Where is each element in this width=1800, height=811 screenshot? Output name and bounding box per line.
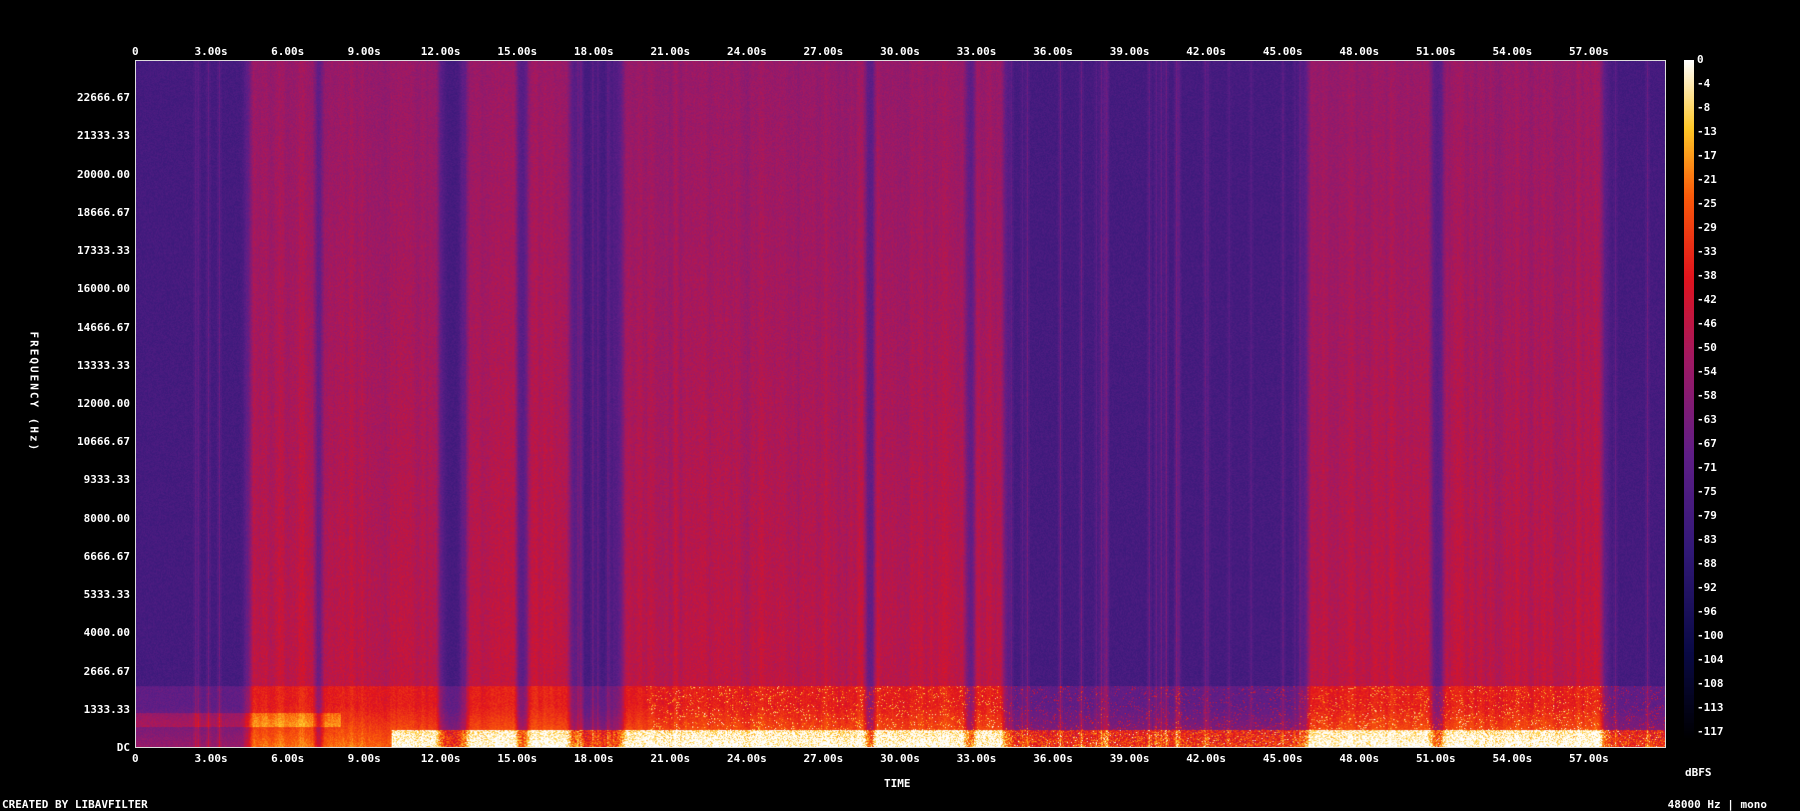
y-tick-label: 22666.67 <box>77 91 130 105</box>
y-tick-label: 8000.00 <box>83 511 130 525</box>
x-tick-label: 15.00s <box>497 752 538 765</box>
x-tick-label: 27.00s <box>803 752 844 765</box>
y-tick-label: 21333.33 <box>77 129 130 143</box>
y-tick-label: 20000.00 <box>77 167 130 181</box>
y-tick-label: DC <box>116 741 130 754</box>
x-tick-label: 21.00s <box>650 45 691 58</box>
colorbar-tick-label: -63 <box>1697 413 1717 426</box>
colorbar-tick-label: -17 <box>1697 149 1717 162</box>
x-tick-label: 39.00s <box>1109 45 1150 58</box>
colorbar-tick-label: -83 <box>1697 533 1717 546</box>
x-tick-label: 0 <box>132 45 139 58</box>
x-tick-label: 45.00s <box>1262 752 1303 765</box>
x-tick-label: 21.00s <box>650 752 691 765</box>
colorbar-tick-label: -21 <box>1697 173 1717 186</box>
y-axis-label: FREQUENCY (Hz) <box>27 331 41 453</box>
x-tick-label: 51.00s <box>1415 752 1456 765</box>
x-tick-label: 0 <box>132 752 139 765</box>
y-tick-label: 2666.67 <box>83 664 130 678</box>
x-tick-label: 36.00s <box>1033 45 1073 58</box>
colorbar-tick-label: -75 <box>1697 485 1717 498</box>
credit-text: CREATED BY LIBAVFILTER <box>2 798 148 811</box>
colorbar-tick-label: -38 <box>1697 269 1717 282</box>
colorbar-tick-label: -117 <box>1697 725 1724 738</box>
y-tick-label: 9333.33 <box>83 473 130 487</box>
x-tick-label: 3.00s <box>194 45 228 58</box>
x-tick-label: 54.00s <box>1492 752 1533 765</box>
x-tick-label: 42.00s <box>1186 752 1227 765</box>
x-tick-label: 24.00s <box>727 45 767 58</box>
x-tick-label: 12.00s <box>420 45 461 58</box>
colorbar-tick-label: -25 <box>1697 197 1717 210</box>
y-tick-label: 17333.33 <box>77 244 130 258</box>
colorbar-tick-label: -29 <box>1697 221 1717 234</box>
x-tick-label: 36.00s <box>1033 752 1073 765</box>
spectrogram-image <box>136 61 1665 747</box>
y-tick-label: 16000.00 <box>77 282 130 296</box>
x-tick-label: 57.00s <box>1569 45 1609 58</box>
x-tick-label: 57.00s <box>1569 752 1609 765</box>
x-tick-label: 18.00s <box>573 752 614 765</box>
x-tick-label: 6.00s <box>271 752 305 765</box>
audio-info: 48000 Hz | mono <box>1667 798 1767 811</box>
colorbar-tick-label: -54 <box>1697 365 1717 378</box>
x-tick-label: 12.00s <box>420 752 461 765</box>
y-tick-label: 4000.00 <box>83 626 130 640</box>
y-tick-label: 12000.00 <box>77 397 130 410</box>
x-axis-label: TIME <box>884 777 911 790</box>
colorbar-tick-label: -42 <box>1697 293 1717 306</box>
y-tick-label: 10666.67 <box>77 435 130 449</box>
colorbar-tick-label: -92 <box>1697 581 1717 594</box>
colorbar-tick-label: -113 <box>1697 701 1724 714</box>
x-tick-label: 45.00s <box>1262 45 1303 58</box>
colorbar-tick-label: -88 <box>1697 557 1717 570</box>
x-tick-label: 3.00s <box>194 752 228 765</box>
colorbar-tick-label: 0 <box>1697 53 1704 66</box>
y-tick-label: 5333.33 <box>83 588 130 602</box>
x-tick-label: 54.00s <box>1492 45 1533 58</box>
x-tick-label: 6.00s <box>271 45 305 58</box>
colorbar-tick-label: -96 <box>1697 605 1717 618</box>
x-tick-label: 15.00s <box>497 45 538 58</box>
y-tick-label: 6666.67 <box>83 549 130 563</box>
colorbar-tick-label: -100 <box>1697 629 1724 642</box>
x-tick-label: 33.00s <box>956 752 997 765</box>
y-tick-label: 18666.67 <box>77 205 130 219</box>
x-tick-label: 42.00s <box>1186 45 1227 58</box>
x-tick-label: 39.00s <box>1109 752 1150 765</box>
colorbar-tick-label: -58 <box>1697 389 1717 402</box>
x-tick-label: 24.00s <box>727 752 767 765</box>
x-tick-label: 27.00s <box>803 45 844 58</box>
x-tick-label: 48.00s <box>1339 752 1380 765</box>
colorbar-tick-label: -79 <box>1697 509 1717 522</box>
colorbar <box>1684 60 1694 740</box>
colorbar-tick-label: -13 <box>1697 125 1717 138</box>
x-tick-label: 9.00s <box>347 45 381 58</box>
colorbar-tick-label: -4 <box>1697 77 1711 90</box>
colorbar-tick-label: -71 <box>1697 461 1717 474</box>
colorbar-unit: dBFS <box>1685 766 1712 779</box>
spectrogram-plot <box>135 60 1666 748</box>
colorbar-tick-label: -104 <box>1697 653 1724 666</box>
x-tick-label: 30.00s <box>880 752 920 765</box>
x-tick-label: 18.00s <box>573 45 614 58</box>
y-tick-label: 14666.67 <box>77 320 130 334</box>
x-tick-label: 51.00s <box>1415 45 1456 58</box>
colorbar-tick-label: -33 <box>1697 245 1717 258</box>
colorbar-tick-label: -50 <box>1697 341 1717 354</box>
x-tick-label: 33.00s <box>956 45 997 58</box>
colorbar-tick-label: -46 <box>1697 317 1717 330</box>
colorbar-tick-label: -8 <box>1697 101 1711 114</box>
y-tick-label: 13333.33 <box>77 358 130 372</box>
y-tick-label: 1333.33 <box>83 702 130 716</box>
x-tick-label: 48.00s <box>1339 45 1380 58</box>
x-tick-label: 30.00s <box>880 45 920 58</box>
x-tick-label: 9.00s <box>347 752 381 765</box>
colorbar-tick-label: -67 <box>1697 437 1717 450</box>
colorbar-tick-label: -108 <box>1697 677 1724 690</box>
